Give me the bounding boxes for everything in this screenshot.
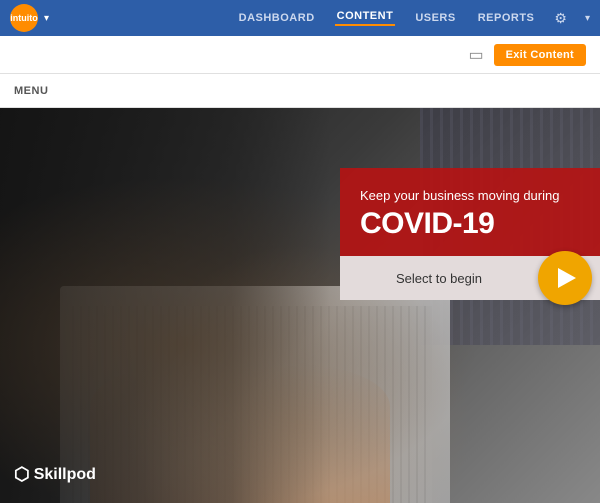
- nav-reports[interactable]: REPORTS: [476, 12, 537, 24]
- settings-icon[interactable]: ⚙: [554, 10, 567, 27]
- hero-title: COVID-19: [360, 207, 580, 240]
- monitor-icon[interactable]: ▭: [468, 45, 483, 65]
- toolbar: ▭ Exit Content: [0, 36, 600, 74]
- nav-content[interactable]: CONTENT: [335, 10, 396, 26]
- nav-users[interactable]: USERS: [413, 12, 457, 24]
- select-label: Select to begin: [340, 257, 538, 300]
- skillpod-brand-name: Skillpod: [34, 466, 96, 484]
- logo-dropdown-arrow[interactable]: ▾: [44, 13, 49, 24]
- skillpod-icon: ⬡: [14, 464, 30, 485]
- menu-bar: MENU: [0, 74, 600, 108]
- hero-subtitle: Keep your business moving during: [360, 188, 580, 203]
- logo[interactable]: intuito: [10, 4, 38, 32]
- skillpod-logo: ⬡ Skillpod: [14, 464, 96, 485]
- content-overlay: Keep your business moving during COVID-1…: [340, 168, 600, 300]
- play-icon: [558, 268, 576, 288]
- gear-dropdown-arrow[interactable]: ▾: [585, 13, 590, 24]
- nav-dashboard[interactable]: DASHBOARD: [237, 12, 317, 24]
- navbar-left: intuito ▾: [10, 4, 49, 32]
- menu-label: MENU: [14, 85, 48, 97]
- hero-section: Keep your business moving during COVID-1…: [0, 108, 600, 503]
- navbar-right: DASHBOARD CONTENT USERS REPORTS ⚙ ▾: [237, 10, 590, 27]
- navbar: intuito ▾ DASHBOARD CONTENT USERS REPORT…: [0, 0, 600, 36]
- play-button[interactable]: [538, 251, 592, 305]
- select-bar: Select to begin: [340, 256, 600, 300]
- logo-text: intuito: [10, 13, 38, 23]
- exit-content-button[interactable]: Exit Content: [494, 44, 586, 66]
